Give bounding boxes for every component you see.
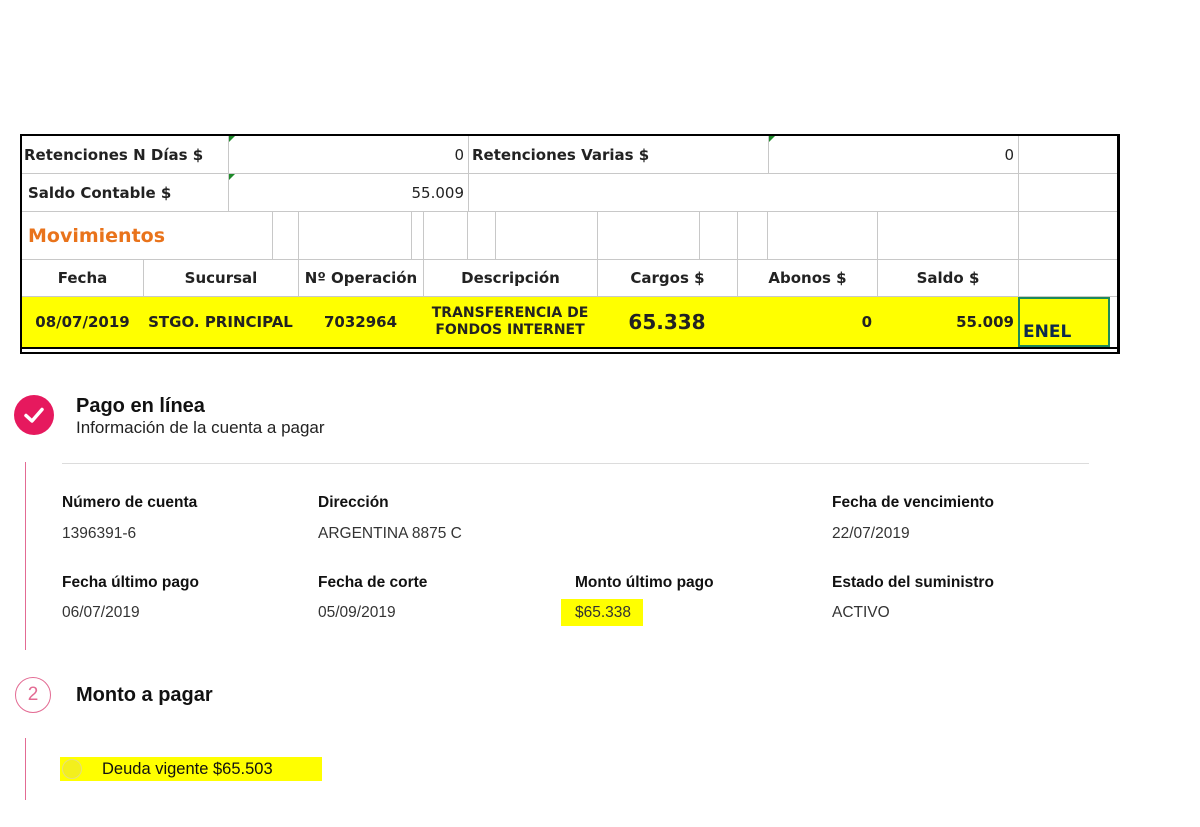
empty-cell: [468, 174, 1018, 211]
green-cell-marker-icon: [229, 174, 235, 180]
fecha-ultimo-pago-label: Fecha último pago: [62, 574, 199, 591]
empty-cell: [1018, 174, 1110, 211]
step2-connector-line: [25, 738, 26, 800]
estado-suministro-label: Estado del suministro: [832, 574, 994, 591]
empty-cell: [699, 212, 737, 259]
column-header-abonos: Abonos $: [737, 260, 877, 296]
column-header-fecha: Fecha: [57, 269, 108, 287]
movimientos-row: Movimientos: [22, 212, 1117, 260]
fecha-vencimiento-value: 22/07/2019: [832, 525, 910, 542]
empty-cell: [298, 212, 411, 259]
fecha-vencimiento-label: Fecha de vencimiento: [832, 494, 994, 511]
monto-ultimo-pago-value: $65.338: [575, 604, 632, 621]
retenciones-n-dias-value: 0: [228, 136, 468, 173]
empty-cell: [767, 212, 877, 259]
empty-cell: [423, 212, 467, 259]
empty-cell: [597, 212, 699, 259]
movement-abonos: 0: [737, 297, 877, 347]
column-header-cargos: Cargos $: [597, 260, 737, 296]
green-cell-marker-icon: [769, 136, 775, 142]
empty-cell: [877, 212, 1018, 259]
empty-cell: [737, 212, 767, 259]
movement-operacion: 7032964: [298, 297, 423, 347]
fecha-ultimo-pago-value: 06/07/2019: [62, 604, 140, 621]
numero-cuenta-value: 1396391-6: [62, 525, 137, 542]
deuda-vigente-option[interactable]: Deuda vigente $65.503: [102, 760, 273, 779]
direccion-label: Dirección: [318, 494, 389, 511]
movement-row: 08/07/2019 STGO. PRINCIPAL 7032964 TRANS…: [22, 297, 1117, 349]
retenciones-varias-value: 0: [768, 136, 1018, 173]
empty-cell: [1018, 260, 1110, 296]
green-cell-marker-icon: [229, 136, 235, 142]
divider: [62, 463, 1089, 464]
column-header-operacion: Nº Operación: [298, 260, 423, 296]
empty-cell: [272, 212, 298, 259]
numero-cuenta-label: Número de cuenta: [62, 494, 198, 511]
retenciones-varias-label: Retenciones Varias $: [468, 136, 768, 173]
empty-cell: [411, 212, 423, 259]
monto-ultimo-pago-label: Monto último pago: [575, 574, 714, 591]
column-header-row: Fecha Sucursal Nº Operación Descripción …: [22, 260, 1117, 297]
radio-icon[interactable]: [62, 759, 82, 779]
direccion-value: ARGENTINA 8875 C: [318, 525, 462, 542]
movement-cargos: 65.338: [597, 297, 737, 347]
step1-connector-line: [25, 462, 26, 650]
retenciones-n-dias-label: Retenciones N Días $: [24, 145, 204, 164]
retenciones-row: Retenciones N Días $ 0 Retenciones Varia…: [22, 136, 1117, 174]
fecha-corte-label: Fecha de corte: [318, 574, 428, 591]
saldo-contable-label: Saldo Contable $: [28, 183, 172, 202]
movement-sucursal: STGO. PRINCIPAL: [143, 297, 298, 347]
empty-cell: [1018, 212, 1110, 259]
fecha-corte-value: 05/09/2019: [318, 604, 396, 621]
step1-subtitle: Información de la cuenta a pagar: [76, 418, 325, 437]
saldo-contable-value: 55.009: [228, 174, 468, 211]
step-number-icon: 2: [15, 677, 51, 713]
empty-cell: [495, 212, 597, 259]
checkmark-icon: [14, 395, 54, 435]
empty-cell: [1018, 136, 1110, 173]
movement-descripcion: TRANSFERENCIA DE FONDOS INTERNET: [423, 297, 597, 347]
bank-statement-table: Retenciones N Días $ 0 Retenciones Varia…: [20, 134, 1120, 354]
empty-cell: [467, 212, 495, 259]
movement-saldo: 55.009: [877, 297, 1018, 347]
movimientos-title: Movimientos: [28, 224, 166, 247]
column-header-descripcion: Descripción: [423, 260, 597, 296]
step2-title: Monto a pagar: [76, 684, 213, 706]
saldo-contable-row: Saldo Contable $ 55.009: [22, 174, 1117, 212]
movement-fecha: 08/07/2019: [22, 297, 143, 347]
movement-descripcion-line1: TRANSFERENCIA DE: [431, 305, 589, 321]
column-header-sucursal: Sucursal: [143, 260, 298, 296]
movement-descripcion-line2: FONDOS INTERNET: [435, 322, 585, 338]
step1-title: Pago en línea: [76, 395, 205, 417]
movement-note: ENEL: [1018, 297, 1110, 347]
column-header-saldo: Saldo $: [877, 260, 1018, 296]
estado-suministro-value: ACTIVO: [832, 604, 890, 621]
